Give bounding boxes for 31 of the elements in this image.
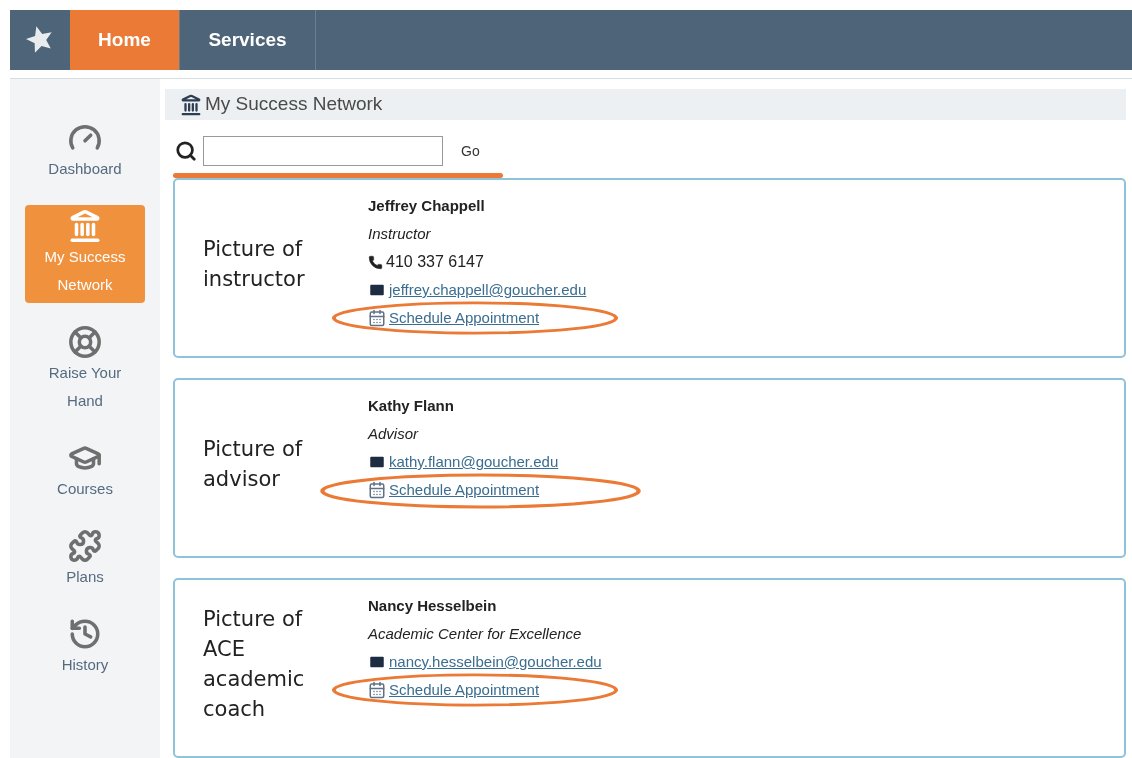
calendar-icon	[368, 681, 386, 699]
sidebar-item[interactable]: Dashboard	[25, 117, 145, 187]
lifebuoy-icon	[68, 325, 102, 359]
bank-icon	[180, 93, 202, 116]
history-icon	[68, 617, 102, 651]
page-title: My Success Network	[205, 92, 383, 117]
contact-role: Instructor	[368, 224, 432, 244]
email-link[interactable]: kathy.flann@goucher.edu	[389, 448, 559, 476]
email-link[interactable]: nancy.hesselbein@goucher.edu	[389, 648, 602, 676]
picture-caption: Picture of instructor	[203, 236, 306, 293]
calendar-icon	[368, 309, 386, 327]
calendar-icon	[368, 481, 386, 499]
search-icon	[175, 140, 197, 162]
search-field[interactable]	[203, 136, 443, 166]
puzzle-icon	[68, 529, 102, 563]
bank-icon	[68, 209, 102, 243]
contact-role: Advisor	[368, 424, 420, 444]
sidebar-item[interactable]: Raise Your Hand	[25, 321, 145, 419]
go-button[interactable]: Go	[459, 140, 482, 162]
contact-name: Jeffrey Chappell	[368, 196, 486, 216]
sidebar-item[interactable]: History	[25, 613, 145, 683]
phone-number: 410 337 6147	[386, 252, 484, 272]
sidebar-item[interactable]: Plans	[25, 525, 145, 595]
picture-caption: Picture of advisor	[203, 436, 304, 493]
phone-icon	[368, 254, 383, 270]
contact-name: Nancy Hesselbein	[368, 596, 498, 616]
email-link[interactable]: jeffrey.chappell@goucher.edu	[389, 276, 587, 304]
contact-role: Academic Center for Excellence	[368, 624, 583, 644]
contact-name: Kathy Flann	[368, 396, 455, 416]
picture-caption: Picture of ACE academic coach	[203, 606, 306, 723]
sidebar-item[interactable]: Courses	[25, 437, 145, 507]
